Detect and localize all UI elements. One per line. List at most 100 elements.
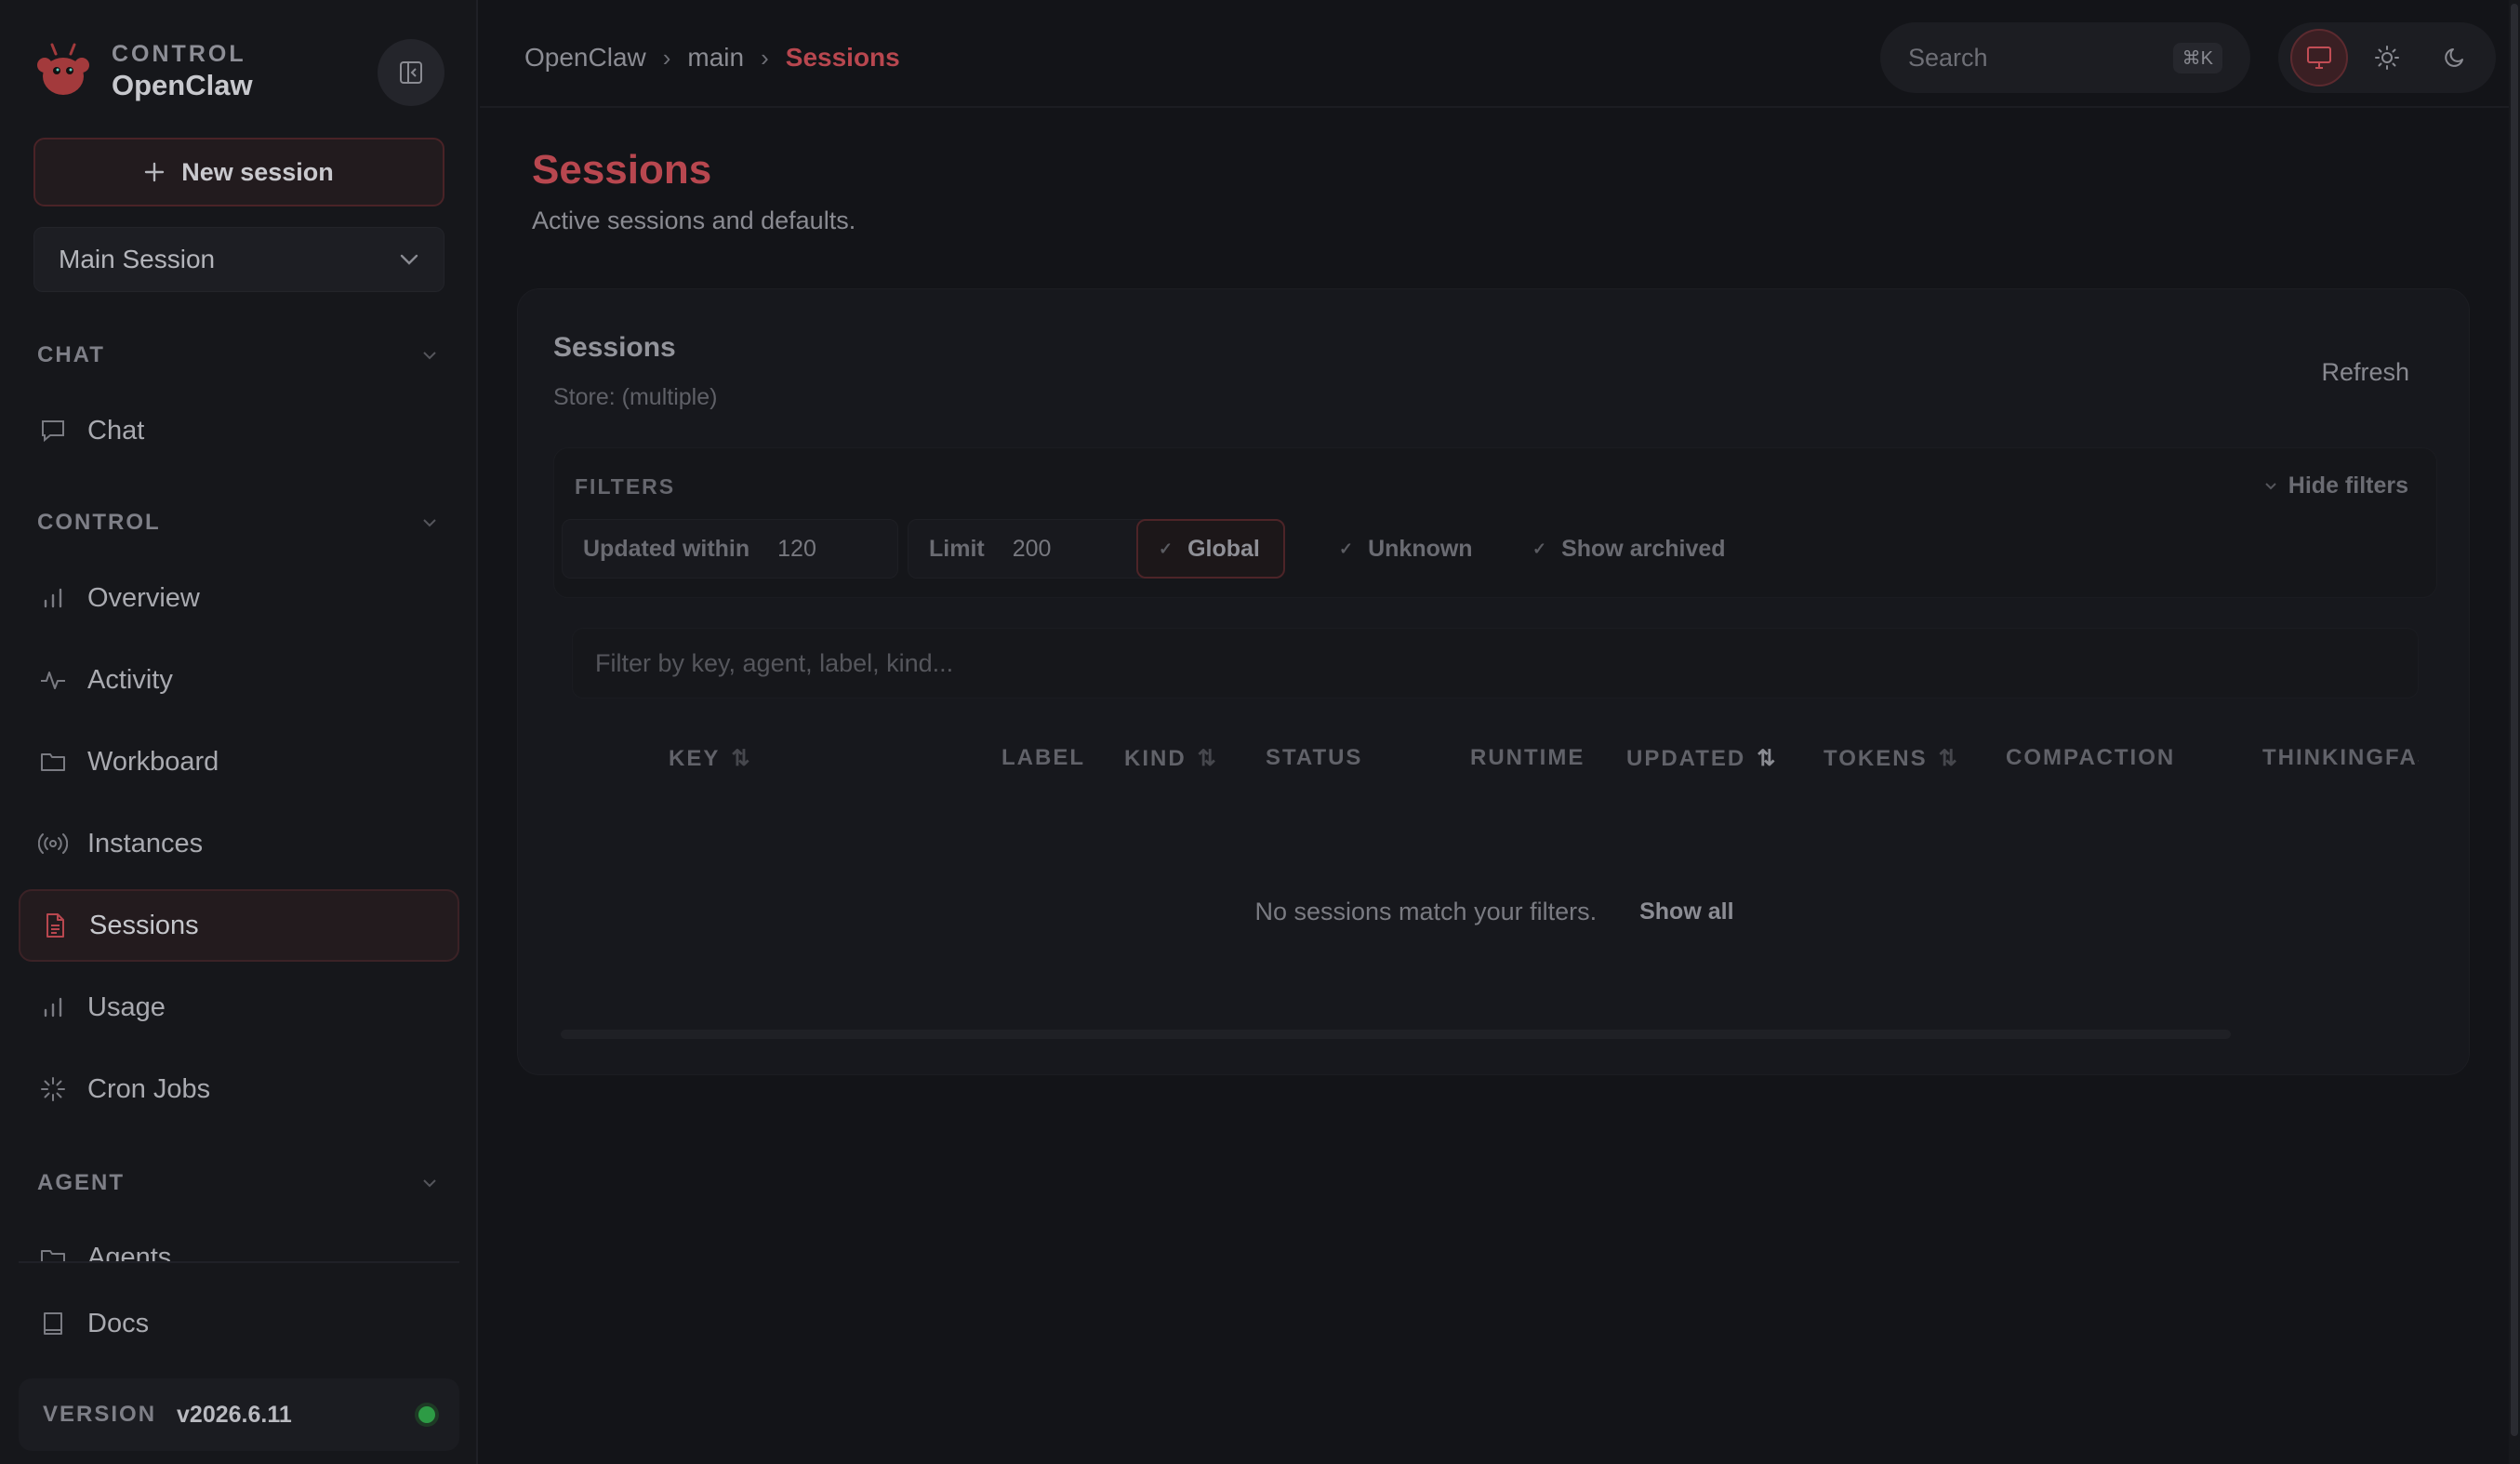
sidebar-item-label: Docs <box>87 1308 150 1338</box>
column-label: FAST <box>2385 745 2419 770</box>
column-header-key[interactable]: KEY ⇅ <box>669 745 749 772</box>
version-badge: VERSION v2026.6.11 <box>19 1378 459 1451</box>
limit-label: Limit <box>929 535 985 562</box>
sidebar: CONTROL OpenClaw New session Main Sessio… <box>0 0 478 1464</box>
sidebar-item-sessions[interactable]: Sessions <box>19 889 459 962</box>
limit-value[interactable]: 200 <box>1013 536 1052 563</box>
column-header-compaction[interactable]: COMPACTION <box>2006 745 2175 771</box>
file-text-icon <box>39 910 71 941</box>
session-select-value: Main Session <box>59 245 216 273</box>
sidebar-item-usage[interactable]: Usage <box>19 971 459 1044</box>
sort-icon: ⇅ <box>1197 746 1216 771</box>
breadcrumb-item-openclaw[interactable]: OpenClaw <box>524 43 646 73</box>
chevron-down-icon <box>423 1179 436 1188</box>
sidebar-item-overview[interactable]: Overview <box>19 562 459 634</box>
breadcrumb-separator: › <box>761 43 769 72</box>
chat-icon <box>37 415 69 446</box>
moon-icon <box>2444 48 2463 67</box>
refresh-button[interactable]: Refresh <box>2321 358 2409 387</box>
sidebar-item-label: Workboard <box>87 746 219 777</box>
check-icon: ✓ <box>1339 539 1354 558</box>
sort-icon: ⇅ <box>731 746 750 771</box>
column-label: KIND <box>1124 745 1187 771</box>
search-input[interactable]: Search ⌘K <box>1880 22 2250 93</box>
column-header-thinking[interactable]: THINKING <box>2262 745 2385 771</box>
unknown-toggle[interactable]: ✓ Unknown <box>1319 519 1493 579</box>
online-status-dot <box>418 1406 435 1423</box>
sort-icon: ⇅ <box>1938 746 1957 771</box>
theme-dark-button[interactable] <box>2426 29 2484 87</box>
table-header: KEY ⇅ LABEL KIND ⇅ STATUS RUNTIME UPDATED ⇅… <box>572 745 2419 782</box>
sidebar-item-workboard[interactable]: Workboard <box>19 725 459 798</box>
lobster-logo-icon <box>37 43 89 95</box>
show-archived-toggle[interactable]: ✓ Show archived <box>1512 519 1746 579</box>
empty-state-text: No sessions match your filters. <box>1254 898 1598 925</box>
column-label: COMPACTION <box>2006 745 2176 770</box>
updated-within-field[interactable]: Updated within 120 <box>562 519 898 579</box>
sort-icon: ⇅ <box>1757 746 1776 771</box>
theme-light-button[interactable] <box>2358 29 2416 87</box>
column-header-label[interactable]: LABEL <box>1001 745 1085 771</box>
sidebar-item-chat[interactable]: Chat <box>19 394 459 467</box>
sidebar-divider <box>19 1261 459 1263</box>
session-filter-input[interactable]: Filter by key, agent, label, kind... <box>572 628 2419 699</box>
breadcrumb-item-current: Sessions <box>785 43 900 72</box>
column-header-tokens[interactable]: TOKENS ⇅ <box>1824 745 1957 772</box>
global-toggle[interactable]: ✓ Global <box>1136 519 1285 579</box>
check-icon: ✓ <box>1159 539 1174 558</box>
sessions-card: Sessions Store: (multiple) Refresh FILTE… <box>517 288 2470 1075</box>
bar-chart-icon <box>37 582 69 614</box>
folder-icon <box>37 1243 69 1261</box>
sidebar-item-agents[interactable]: Agents <box>19 1228 459 1261</box>
topbar: OpenClaw › main › Sessions Search ⌘K <box>480 0 2520 108</box>
page-title: Sessions <box>532 147 712 193</box>
hide-filters-label: Hide filters <box>2288 472 2408 499</box>
empty-state: No sessions match your filters. Show all <box>518 898 2471 926</box>
folder-icon <box>37 746 69 778</box>
search-shortcut: ⌘K <box>2172 42 2222 73</box>
column-header-fast[interactable]: FAST <box>2385 745 2419 771</box>
section-header-chat[interactable]: CHAT <box>37 337 437 374</box>
column-header-runtime[interactable]: RUNTIME <box>1470 745 1585 771</box>
section-label-control: CONTROL <box>37 510 161 535</box>
page-scrollbar-thumb[interactable] <box>2511 4 2518 1436</box>
filters-panel: FILTERS Hide filters Updated within 120 … <box>553 447 2437 598</box>
session-filter-placeholder: Filter by key, agent, label, kind... <box>595 648 954 677</box>
check-icon: ✓ <box>1532 539 1547 558</box>
column-header-kind[interactable]: KIND ⇅ <box>1124 745 1216 772</box>
hide-filters-button[interactable]: Hide filters <box>2264 472 2408 499</box>
brand-label: CONTROL <box>112 41 246 67</box>
global-label: Global <box>1187 535 1260 562</box>
chevron-down-icon <box>400 254 418 265</box>
breadcrumb-separator: › <box>662 43 671 72</box>
sidebar-item-activity[interactable]: Activity <box>19 644 459 716</box>
session-select[interactable]: Main Session <box>33 227 444 292</box>
loader-icon <box>37 1073 69 1105</box>
card-title: Sessions <box>553 332 676 363</box>
sidebar-item-cron-jobs[interactable]: Cron Jobs <box>19 1053 459 1125</box>
page-scrollbar[interactable] <box>2509 0 2520 1464</box>
theme-switcher <box>2278 22 2496 93</box>
new-session-button[interactable]: New session <box>33 138 444 206</box>
section-header-control[interactable]: CONTROL <box>37 504 437 541</box>
updated-within-value[interactable]: 120 <box>777 536 816 563</box>
sidebar-item-docs[interactable]: Docs <box>19 1287 459 1360</box>
column-label: LABEL <box>1001 745 1085 770</box>
theme-system-button[interactable] <box>2290 29 2349 87</box>
show-all-button[interactable]: Show all <box>1639 898 1733 925</box>
column-header-updated[interactable]: UPDATED ⇅ <box>1626 745 1775 772</box>
breadcrumb-item-main[interactable]: main <box>687 43 744 73</box>
section-label-agent: AGENT <box>37 1170 125 1195</box>
sidebar-item-label: Overview <box>87 582 200 613</box>
radio-signal-icon <box>37 828 69 859</box>
filters-label: FILTERS <box>575 474 676 499</box>
sidebar-item-instances[interactable]: Instances <box>19 807 459 880</box>
sidebar-item-label: Chat <box>87 415 145 446</box>
search-placeholder: Search <box>1908 43 1988 72</box>
sun-icon <box>2374 46 2399 70</box>
column-header-status[interactable]: STATUS <box>1266 745 1362 771</box>
section-header-agent[interactable]: AGENT <box>37 1165 437 1202</box>
table-horizontal-scrollbar[interactable] <box>561 1030 2231 1039</box>
sidebar-collapse-button[interactable] <box>378 39 444 106</box>
column-label: THINKING <box>2262 745 2385 770</box>
